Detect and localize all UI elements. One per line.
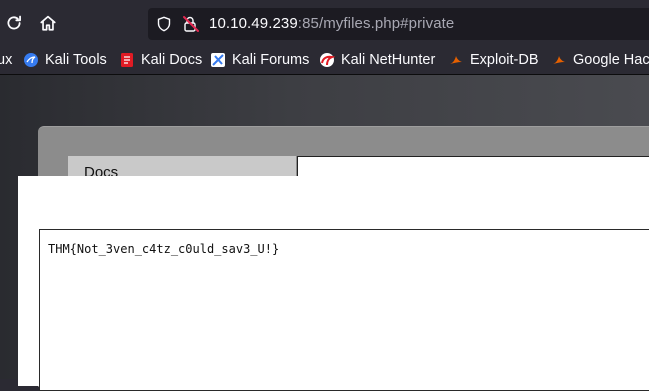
home-icon	[40, 15, 56, 31]
bookmark-label: Google Hack	[573, 52, 649, 68]
address-bar[interactable]: 10.10.49.239:85/myfiles.php#private	[148, 8, 649, 40]
page-viewport: Docs THM{Not_3ven_c4tz_c0uld_sav3_U!}	[0, 75, 649, 391]
flag-text-area[interactable]: THM{Not_3ven_c4tz_c0uld_sav3_U!}	[39, 229, 649, 391]
browser-toolbar: 10.10.49.239:85/myfiles.php#private	[0, 0, 649, 46]
ghdb-icon	[551, 52, 567, 68]
bookmark-label: ux	[0, 52, 13, 68]
home-button[interactable]	[37, 12, 59, 34]
bookmark-kali-linux[interactable]: ux	[0, 51, 12, 69]
kali-nethunter-icon	[319, 52, 335, 68]
bookmark-label: Exploit-DB	[470, 52, 539, 68]
bookmark-exploit-db[interactable]: Exploit-DB	[448, 51, 539, 69]
reload-icon	[7, 15, 21, 30]
bookmark-kali-forums[interactable]: Kali Forums	[210, 51, 309, 69]
url-host: 10.10.49.239	[209, 15, 298, 32]
kali-docs-icon	[119, 52, 135, 68]
bookmark-kali-nethunter[interactable]: Kali NetHunter	[319, 51, 435, 69]
bookmarks-toolbar: ux Kali Tools Kali Docs Kali Forums	[0, 46, 649, 75]
reload-button[interactable]	[3, 12, 25, 34]
private-files-modal: THM{Not_3ven_c4tz_c0uld_sav3_U!}	[18, 176, 649, 391]
insecure-lock-icon[interactable]	[182, 15, 200, 33]
bookmark-label: Kali Tools	[45, 52, 107, 68]
bookmark-google-hacking-db[interactable]: Google Hack	[551, 51, 649, 69]
kali-forums-icon	[210, 52, 226, 68]
bookmark-label: Kali NetHunter	[341, 52, 436, 68]
flag-text: THM{Not_3ven_c4tz_c0uld_sav3_U!}	[48, 242, 280, 256]
bookmark-kali-tools[interactable]: Kali Tools	[23, 51, 107, 69]
url-text[interactable]: 10.10.49.239:85/myfiles.php#private	[209, 15, 454, 32]
bookmark-label: Kali Forums	[232, 52, 310, 68]
bookmark-label: Kali Docs	[141, 52, 203, 68]
bookmark-kali-docs[interactable]: Kali Docs	[119, 51, 202, 69]
url-path: :85/myfiles.php#private	[297, 15, 455, 32]
kali-tools-icon	[23, 52, 39, 68]
exploit-db-icon	[448, 52, 464, 68]
shield-icon[interactable]	[156, 16, 172, 32]
